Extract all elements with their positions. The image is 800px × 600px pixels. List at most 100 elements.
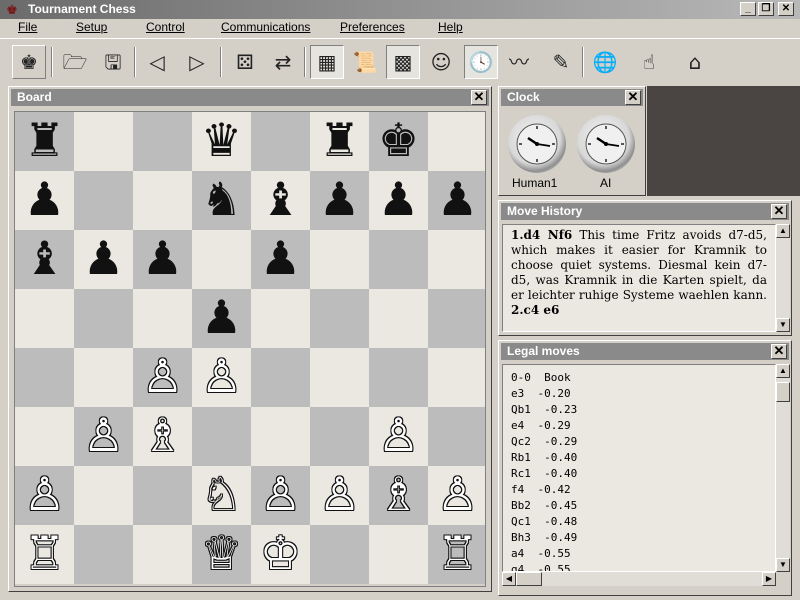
white-piece-b3[interactable]: ♙ <box>74 407 133 466</box>
chess-board[interactable]: ♜ ♛ ♜ ♚ ♟ ♞ ♝ ♟ ♟ ♟ ♝ ♟ ♟ ♟ ♟ ♙ ♙ ♙ ♗ ♙ ♙ ♘ ♙ ♙ ♗ ♙ ♖ ♕ ♔ ♖ <box>14 111 486 587</box>
legal-move-item[interactable]: e3 -0.20 <box>511 386 767 402</box>
square-c2[interactable] <box>133 466 192 525</box>
scroll-left-icon[interactable]: ◀ <box>502 572 516 586</box>
square-f1[interactable] <box>310 525 369 584</box>
maximize-button[interactable]: ❐ <box>758 2 774 16</box>
white-piece-f2[interactable]: ♙ <box>310 466 369 525</box>
square-c1[interactable] <box>133 525 192 584</box>
board-panel-close-button[interactable]: ✕ <box>471 90 487 105</box>
white-piece-d4[interactable]: ♙ <box>192 348 251 407</box>
white-piece-h2[interactable]: ♙ <box>428 466 485 525</box>
legal-move-item[interactable]: Rb1 -0.40 <box>511 450 767 466</box>
black-piece-g8[interactable]: ♚ <box>369 112 428 171</box>
square-f4[interactable] <box>310 348 369 407</box>
menu-preferences[interactable]: Preferences <box>340 20 405 34</box>
white-piece-c4[interactable]: ♙ <box>133 348 192 407</box>
legal-moves-listbox[interactable]: 0-0 Book e3 -0.20 Qb1 -0.23 e4 -0.29 Qc2 -0.… <box>502 364 776 572</box>
black-piece-d7[interactable]: ♞ <box>192 171 251 230</box>
legal-move-item[interactable]: Bh3 -0.49 <box>511 530 767 546</box>
hscroll-thumb[interactable] <box>516 572 542 586</box>
square-e3[interactable] <box>251 407 310 466</box>
square-e4[interactable] <box>251 348 310 407</box>
save-disk-icon[interactable]: 🖫 <box>96 45 130 79</box>
scroll-notation-icon[interactable]: 📜 <box>348 45 382 79</box>
white-piece-e1[interactable]: ♔ <box>251 525 310 584</box>
legal-move-item[interactable]: Qc2 -0.29 <box>511 434 767 450</box>
legal-moves-close-button[interactable]: ✕ <box>771 344 787 359</box>
white-piece-g3[interactable]: ♙ <box>369 407 428 466</box>
square-d3[interactable] <box>192 407 251 466</box>
analysis-graph-icon[interactable]: 〰 <box>502 45 536 79</box>
square-b1[interactable] <box>74 525 133 584</box>
swap-sides-icon[interactable]: ⇄ <box>266 45 300 79</box>
black-piece-h7[interactable]: ♟ <box>428 171 485 230</box>
square-g4[interactable] <box>369 348 428 407</box>
square-h5[interactable] <box>428 289 485 348</box>
square-h8[interactable] <box>428 112 485 171</box>
home-icon[interactable]: ⌂ <box>678 45 712 79</box>
legal-move-item[interactable]: Bb2 -0.45 <box>511 498 767 514</box>
white-piece-e2[interactable]: ♙ <box>251 466 310 525</box>
forward-arrow-icon[interactable]: ▷ <box>180 45 214 79</box>
move-history-textbox[interactable]: 1.d4 Nf6 This time Fritz avoids d7-d5, w… <box>502 224 776 332</box>
square-g1[interactable] <box>369 525 428 584</box>
legal-move-item[interactable]: Qb1 -0.23 <box>511 402 767 418</box>
legal-move-item[interactable]: 0-0 Book <box>511 370 767 386</box>
menu-control[interactable]: Control <box>146 20 185 34</box>
legal-move-item[interactable]: Qc1 -0.48 <box>511 514 767 530</box>
scroll-down-icon[interactable]: ▼ <box>776 318 790 332</box>
square-b5[interactable] <box>74 289 133 348</box>
square-g6[interactable] <box>369 230 428 289</box>
square-b7[interactable] <box>74 171 133 230</box>
square-b2[interactable] <box>74 466 133 525</box>
square-g5[interactable] <box>369 289 428 348</box>
hint-icon[interactable]: ☝ <box>632 45 666 79</box>
legal-move-item[interactable]: g4 -0.55 <box>511 562 767 571</box>
black-piece-c6[interactable]: ♟ <box>133 230 192 289</box>
black-piece-e7[interactable]: ♝ <box>251 171 310 230</box>
black-piece-d5[interactable]: ♟ <box>192 289 251 348</box>
black-piece-g7[interactable]: ♟ <box>369 171 428 230</box>
white-piece-h1[interactable]: ♖ <box>428 525 485 584</box>
square-e5[interactable] <box>251 289 310 348</box>
menu-file[interactable]: File <box>18 20 37 34</box>
scroll-right-icon[interactable]: ▶ <box>762 572 776 586</box>
black-piece-b6[interactable]: ♟ <box>74 230 133 289</box>
black-piece-f8[interactable]: ♜ <box>310 112 369 171</box>
white-piece-d2[interactable]: ♘ <box>192 466 251 525</box>
black-piece-e6[interactable]: ♟ <box>251 230 310 289</box>
close-window-button[interactable]: ✕ <box>778 2 794 16</box>
square-f3[interactable] <box>310 407 369 466</box>
black-piece-a7[interactable]: ♟ <box>15 171 74 230</box>
square-e8[interactable] <box>251 112 310 171</box>
legal-moves-hscrollbar[interactable]: ◀ ▶ <box>502 572 776 586</box>
black-piece-f7[interactable]: ♟ <box>310 171 369 230</box>
square-d6[interactable] <box>192 230 251 289</box>
square-h3[interactable] <box>428 407 485 466</box>
back-arrow-icon[interactable]: ◁ <box>140 45 174 79</box>
square-c5[interactable] <box>133 289 192 348</box>
black-piece-a8[interactable]: ♜ <box>15 112 74 171</box>
square-a5[interactable] <box>15 289 74 348</box>
move-history-scrollbar[interactable]: ▲ ▼ <box>776 224 790 332</box>
board-3d-icon[interactable]: ▩ <box>386 45 420 79</box>
engine-head-icon[interactable]: ☺ <box>424 45 458 79</box>
move-now-icon[interactable]: ⚄ <box>228 45 262 79</box>
move-history-close-button[interactable]: ✕ <box>771 204 787 219</box>
black-piece-d8[interactable]: ♛ <box>192 112 251 171</box>
clock-icon[interactable]: 🕓 <box>464 45 498 79</box>
clock-panel-close-button[interactable]: ✕ <box>625 90 641 105</box>
square-f5[interactable] <box>310 289 369 348</box>
network-icon[interactable]: 🌐 <box>588 45 622 79</box>
square-h6[interactable] <box>428 230 485 289</box>
scroll-up-icon[interactable]: ▲ <box>776 364 790 378</box>
white-piece-a1[interactable]: ♖ <box>15 525 74 584</box>
legal-move-item[interactable]: f4 -0.42 <box>511 482 767 498</box>
scroll-thumb[interactable] <box>776 382 790 402</box>
white-piece-c3[interactable]: ♗ <box>133 407 192 466</box>
menu-setup[interactable]: Setup <box>76 20 107 34</box>
square-c7[interactable] <box>133 171 192 230</box>
new-game-king-icon[interactable]: ♚ <box>12 45 46 79</box>
legal-move-item[interactable]: e4 -0.29 <box>511 418 767 434</box>
legal-move-item[interactable]: a4 -0.55 <box>511 546 767 562</box>
